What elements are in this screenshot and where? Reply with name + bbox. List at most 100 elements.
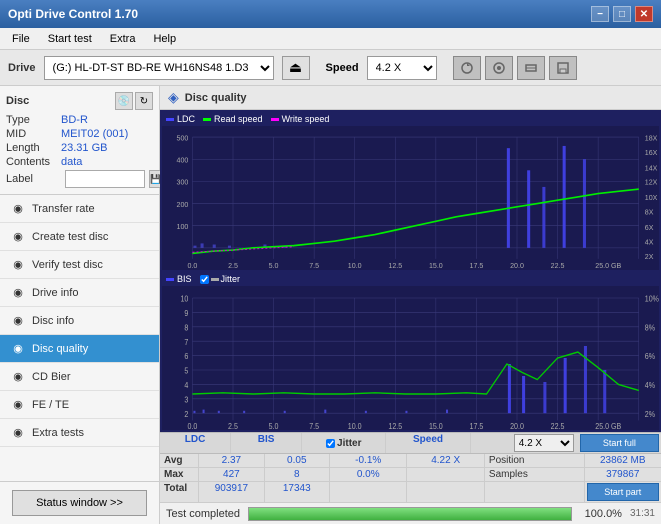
svg-text:22.5: 22.5 xyxy=(551,260,565,269)
svg-text:2X: 2X xyxy=(645,252,654,261)
eject-button[interactable]: ⏏ xyxy=(282,56,310,80)
stats-header: LDC BIS Jitter Speed 4.2 X Start full xyxy=(160,433,661,454)
svg-text:18X: 18X xyxy=(645,133,658,142)
minimize-button[interactable]: − xyxy=(591,6,609,22)
svg-text:8X: 8X xyxy=(645,207,654,216)
menu-start-test[interactable]: Start test xyxy=(40,31,100,47)
speed-select-stats[interactable]: 4.2 X xyxy=(514,434,574,452)
avg-ldc: 2.37 xyxy=(199,454,264,467)
nav-disc-quality[interactable]: ◉ Disc quality xyxy=(0,335,159,363)
nav-icon: ◉ xyxy=(10,425,26,441)
legend-bis-label: BIS xyxy=(177,274,192,284)
position-label-cell: Position xyxy=(485,454,585,467)
legend-ldc: LDC xyxy=(166,114,195,124)
chart1: LDC Read speed Write speed xyxy=(162,112,659,270)
menubar: File Start test Extra Help xyxy=(0,28,661,50)
legend-read-label: Read speed xyxy=(214,114,263,124)
legend-ldc-label: LDC xyxy=(177,114,195,124)
nav-disc-info[interactable]: ◉ Disc info xyxy=(0,307,159,335)
jitter-checkbox[interactable] xyxy=(200,275,209,284)
menu-file[interactable]: File xyxy=(4,31,38,47)
max-jitter: 0.0% xyxy=(330,468,407,481)
svg-text:15.0: 15.0 xyxy=(429,260,443,269)
disc-refresh-btn[interactable]: ↻ xyxy=(135,92,153,110)
close-button[interactable]: ✕ xyxy=(635,6,653,22)
stats-total-row: Total 903917 17343 Start part xyxy=(160,482,661,502)
chart-icon: ◈ xyxy=(168,89,179,106)
nav-extra-tests[interactable]: ◉ Extra tests xyxy=(0,419,159,447)
chart1-svg-container: 500 400 300 200 100 18X 16X 14X 12X 10X … xyxy=(162,126,659,270)
progress-bar-container xyxy=(248,507,572,521)
position-label: Position xyxy=(489,455,525,466)
speed-btn-1[interactable] xyxy=(453,56,481,80)
svg-text:400: 400 xyxy=(177,155,189,164)
svg-text:2.5: 2.5 xyxy=(228,421,238,430)
svg-text:12.5: 12.5 xyxy=(388,260,402,269)
stats-area: LDC BIS Jitter Speed 4.2 X Start full xyxy=(160,432,661,502)
svg-text:6X: 6X xyxy=(645,223,654,232)
nav-transfer-rate[interactable]: ◉ Transfer rate xyxy=(0,195,159,223)
nav-label: Create test disc xyxy=(32,231,108,243)
nav-label: Transfer rate xyxy=(32,203,95,215)
speed-btn-3[interactable] xyxy=(517,56,545,80)
nav-label: Extra tests xyxy=(32,427,84,439)
svg-text:10.0: 10.0 xyxy=(348,260,362,269)
legend-read: Read speed xyxy=(203,114,263,124)
speed-select[interactable]: 4.2 X xyxy=(367,56,437,80)
nav-icon: ◉ xyxy=(10,285,26,301)
disc-icon-btn[interactable]: 💿 xyxy=(115,92,133,110)
chart1-svg: 500 400 300 200 100 18X 16X 14X 12X 10X … xyxy=(162,126,659,270)
svg-text:10X: 10X xyxy=(645,193,658,202)
jitter-label: Jitter xyxy=(337,438,361,449)
nav-icon: ◉ xyxy=(10,229,26,245)
nav-verify-test-disc[interactable]: ◉ Verify test disc xyxy=(0,251,159,279)
total-jitter-empty xyxy=(330,482,407,502)
total-label: Total xyxy=(160,482,199,502)
header-speed-select-area: 4.2 X xyxy=(471,433,578,453)
svg-text:3: 3 xyxy=(184,395,188,405)
svg-text:100: 100 xyxy=(177,222,189,231)
svg-text:2.5: 2.5 xyxy=(228,260,238,269)
svg-text:4X: 4X xyxy=(645,237,654,246)
progress-bar-fill xyxy=(249,508,571,520)
nav-label: Drive info xyxy=(32,287,78,299)
total-bis: 17343 xyxy=(265,482,330,502)
svg-text:16X: 16X xyxy=(645,147,658,156)
drive-select[interactable]: (G:) HL-DT-ST BD-RE WH16NS48 1.D3 xyxy=(44,56,274,80)
svg-text:300: 300 xyxy=(177,177,189,186)
svg-text:5: 5 xyxy=(184,366,188,376)
sidebar: Disc 💿 ↻ Type BD-R MID MEIT02 (001) Leng… xyxy=(0,86,160,524)
svg-text:10.0: 10.0 xyxy=(348,421,362,430)
svg-text:9: 9 xyxy=(184,308,188,318)
time-display: 31:31 xyxy=(630,508,655,519)
menu-help[interactable]: Help xyxy=(145,31,184,47)
maximize-button[interactable]: □ xyxy=(613,6,631,22)
svg-text:20.0: 20.0 xyxy=(510,421,524,430)
status-window-button[interactable]: Status window >> xyxy=(12,490,147,516)
label-input[interactable] xyxy=(65,170,145,188)
speed-btn-4[interactable] xyxy=(549,56,577,80)
jitter-stats-checkbox[interactable] xyxy=(326,439,335,448)
menu-extra[interactable]: Extra xyxy=(102,31,144,47)
nav-icon: ◉ xyxy=(10,397,26,413)
svg-text:500: 500 xyxy=(177,133,189,142)
svg-text:0.0: 0.0 xyxy=(187,260,197,269)
svg-text:7: 7 xyxy=(184,337,188,347)
start-full-button[interactable]: Start full xyxy=(580,434,659,452)
statusbar: Test completed 100.0% 31:31 xyxy=(160,502,661,524)
start-part-button[interactable]: Start part xyxy=(587,483,659,501)
chart-header: ◈ Disc quality xyxy=(160,86,661,110)
svg-text:8%: 8% xyxy=(645,323,655,333)
avg-label: Avg xyxy=(160,454,199,467)
speed-btn-2[interactable] xyxy=(485,56,513,80)
progress-pct: 100.0% xyxy=(580,508,622,520)
titlebar-controls: − □ ✕ xyxy=(591,6,653,22)
nav-create-test-disc[interactable]: ◉ Create test disc xyxy=(0,223,159,251)
max-ldc: 427 xyxy=(199,468,264,481)
nav-cd-bier[interactable]: ◉ CD Bier xyxy=(0,363,159,391)
nav-icon: ◉ xyxy=(10,369,26,385)
nav-fe-te[interactable]: ◉ FE / TE xyxy=(0,391,159,419)
nav-drive-info[interactable]: ◉ Drive info xyxy=(0,279,159,307)
ldc-color xyxy=(166,118,174,121)
svg-text:12.5: 12.5 xyxy=(388,421,402,430)
